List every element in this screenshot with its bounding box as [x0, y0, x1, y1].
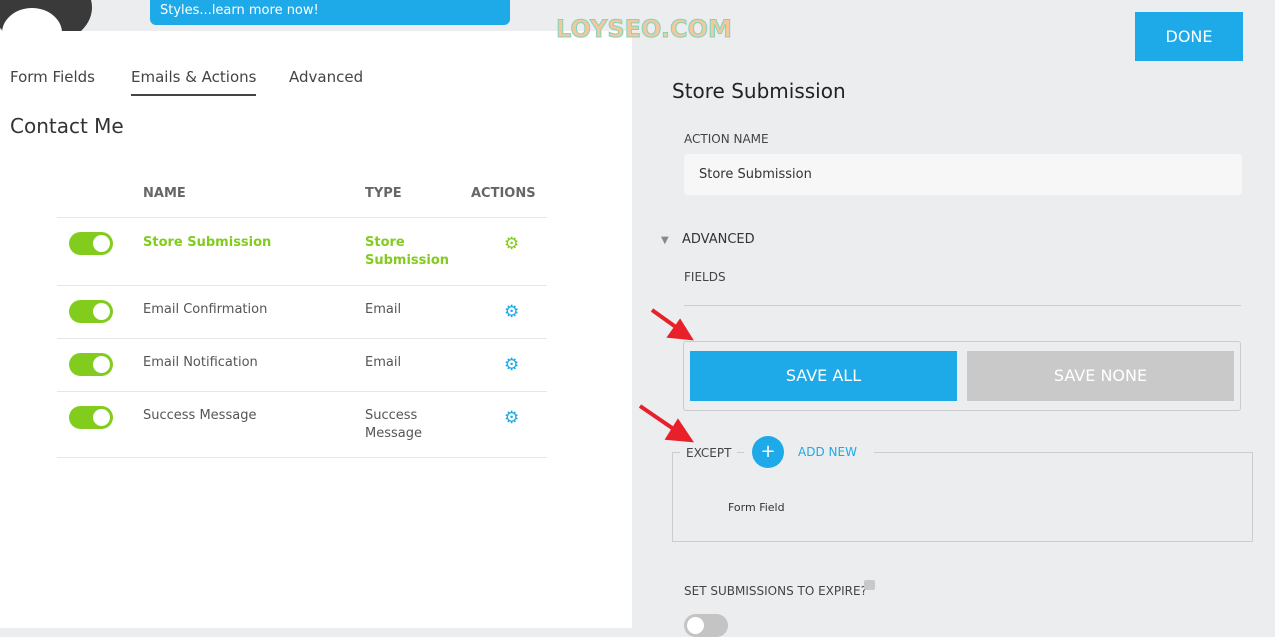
- action-type: Success Message: [365, 408, 422, 441]
- action-type: Email: [365, 355, 402, 370]
- arrow-icon: [638, 308, 694, 443]
- form-title: Contact Me: [10, 114, 124, 138]
- form-field-column: Form Field: [728, 501, 785, 514]
- table-row[interactable]: Store Submission Store Submission ⚙: [57, 217, 547, 285]
- save-all-button[interactable]: SAVE ALL: [690, 351, 957, 401]
- action-name[interactable]: Store Submission: [143, 234, 271, 252]
- gear-icon[interactable]: ⚙: [504, 408, 519, 428]
- help-icon[interactable]: [864, 580, 875, 590]
- divider: [684, 305, 1241, 306]
- expire-toggle[interactable]: [684, 614, 728, 637]
- action-toggle[interactable]: [69, 300, 113, 323]
- action-name[interactable]: Email Confirmation: [143, 301, 267, 319]
- gear-icon[interactable]: ⚙: [504, 355, 519, 375]
- action-toggle[interactable]: [69, 232, 113, 255]
- annotation-arrows: [638, 308, 694, 443]
- action-name-label: ACTION NAME: [684, 132, 769, 146]
- tab-advanced[interactable]: Advanced: [289, 68, 363, 94]
- table-row[interactable]: Email Confirmation Email ⚙: [57, 285, 547, 338]
- advanced-toggle[interactable]: ADVANCED: [682, 232, 755, 247]
- done-button[interactable]: DONE: [1135, 12, 1243, 61]
- col-actions: ACTIONS: [471, 186, 536, 201]
- promo-banner[interactable]: Styles...learn more now!: [150, 0, 510, 25]
- add-new-button[interactable]: +: [752, 436, 784, 468]
- expire-label: SET SUBMISSIONS TO EXPIRE?: [684, 584, 867, 598]
- fields-label: FIELDS: [684, 270, 726, 284]
- add-new-link[interactable]: ADD NEW: [798, 445, 857, 459]
- caret-down-icon[interactable]: ▼: [661, 235, 669, 246]
- watermark: LOYSEO.COM: [556, 15, 733, 44]
- tab-form-fields[interactable]: Form Fields: [10, 68, 95, 94]
- tab-emails-actions[interactable]: Emails & Actions: [131, 68, 257, 96]
- col-type: TYPE: [365, 186, 402, 201]
- table-row[interactable]: Success Message Success Message ⚙: [57, 391, 547, 458]
- action-title: Store Submission: [672, 79, 846, 103]
- plus-icon: +: [760, 441, 776, 462]
- table-row[interactable]: Email Notification Email ⚙: [57, 338, 547, 391]
- col-name: NAME: [143, 186, 186, 201]
- action-name-input[interactable]: Store Submission: [684, 154, 1242, 195]
- save-none-button[interactable]: SAVE NONE: [967, 351, 1234, 401]
- action-name[interactable]: Success Message: [143, 407, 256, 425]
- action-toggle[interactable]: [69, 353, 113, 376]
- action-type: Store Submission: [365, 235, 450, 268]
- gear-icon[interactable]: ⚙: [504, 234, 519, 254]
- gear-icon[interactable]: ⚙: [504, 302, 519, 322]
- action-type: Email: [365, 302, 402, 317]
- action-toggle[interactable]: [69, 406, 113, 429]
- action-name[interactable]: Email Notification: [143, 354, 258, 372]
